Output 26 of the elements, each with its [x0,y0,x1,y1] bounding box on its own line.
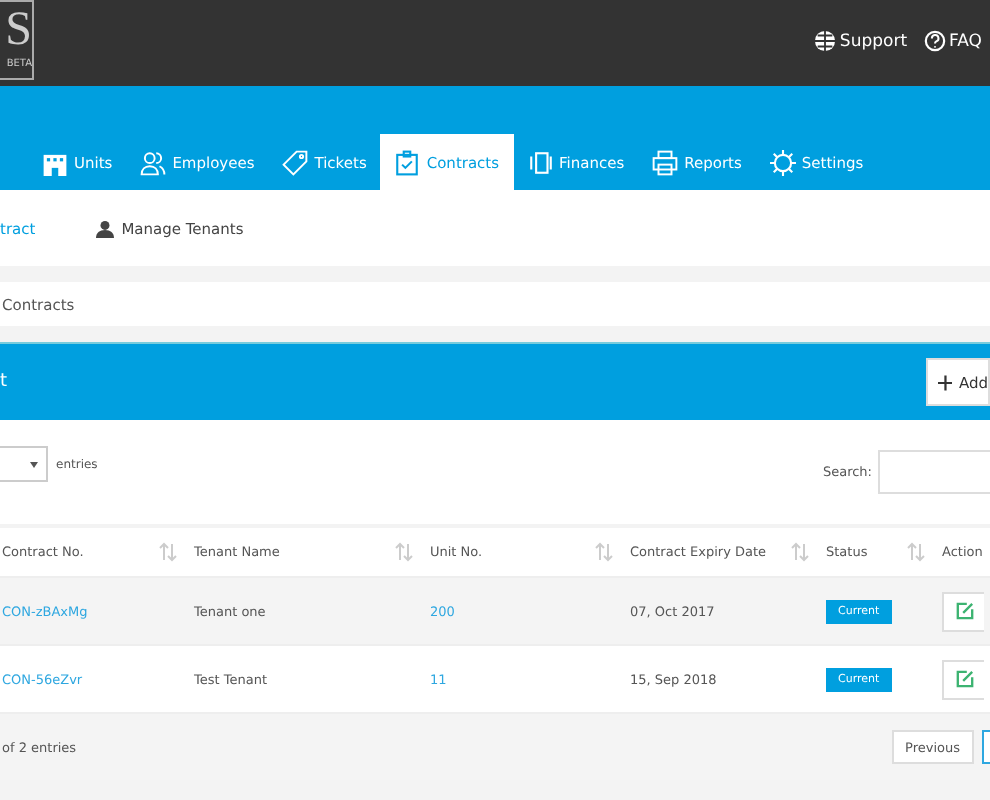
sort-icon [158,542,178,562]
person-icon [95,219,114,237]
entries-select[interactable] [0,446,48,482]
sort-icon [790,542,810,562]
edit-icon [955,602,973,620]
search-field[interactable] [878,450,990,494]
sort-icon [906,542,926,562]
edit-button[interactable] [942,591,984,631]
top-link[interactable]: FAQ [923,30,982,52]
sort-icon [394,542,414,562]
globe-icon [813,30,836,52]
plus-icon [938,373,953,391]
edit-icon [955,670,973,688]
caret-icon [30,461,38,467]
printer-icon [652,149,679,175]
panel-title: t [0,372,8,392]
building-icon [42,149,68,175]
top-link[interactable]: Support [813,30,908,52]
sort-icon [594,542,614,562]
clipboard-icon [394,149,421,175]
tag-icon [282,149,309,175]
gear-icon [769,149,796,175]
page-button[interactable] [982,730,990,764]
people-icon [140,149,167,175]
edit-button[interactable] [942,659,984,699]
help-icon [923,30,946,52]
